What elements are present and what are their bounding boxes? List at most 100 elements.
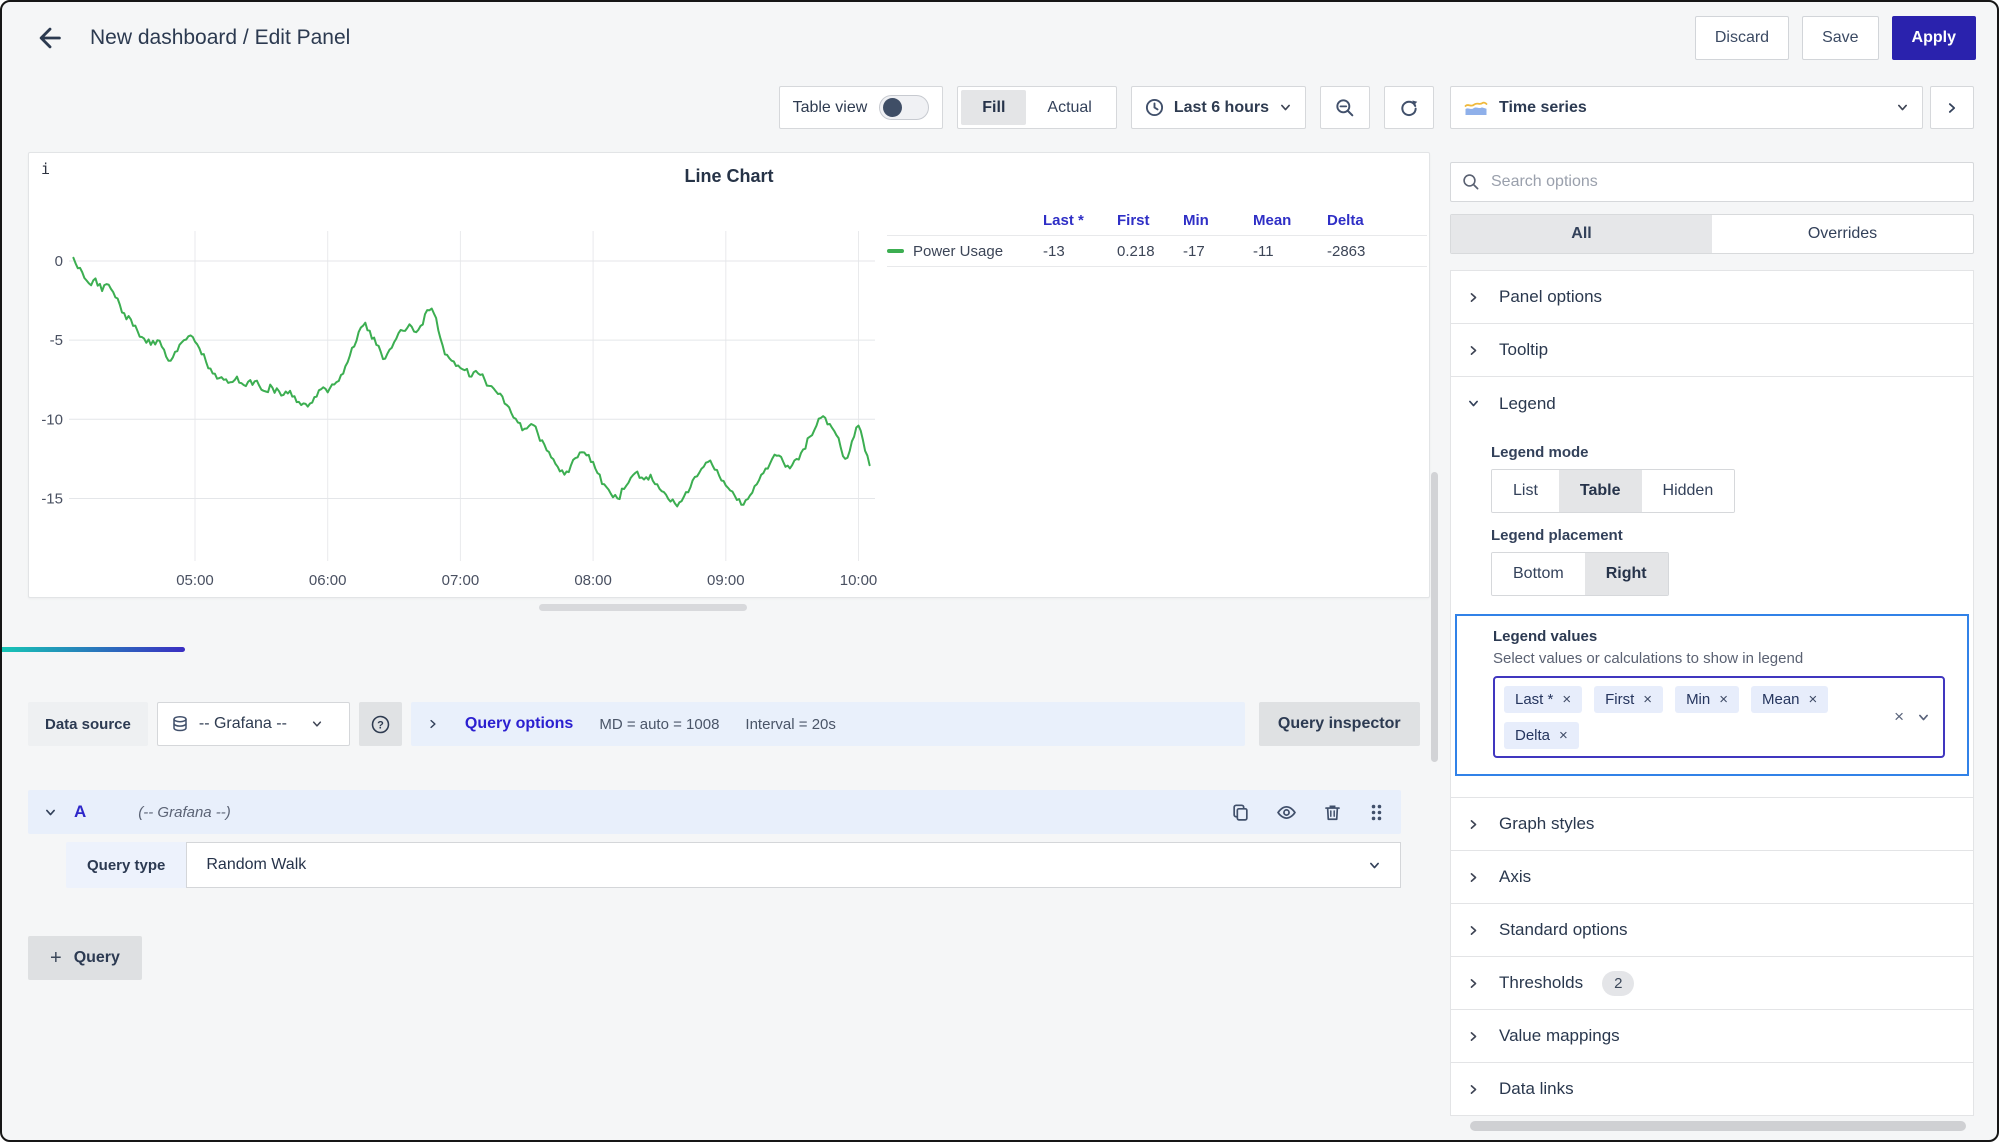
discard-button[interactable]: Discard [1695,16,1789,60]
query-inspector-button[interactable]: Query inspector [1259,702,1420,746]
remove-tag-icon[interactable]: × [1559,728,1568,743]
svg-text:-15: -15 [41,490,63,507]
duplicate-icon[interactable] [1231,803,1250,822]
collapse-chevron-icon[interactable] [44,806,57,819]
delete-trash-icon[interactable] [1323,803,1342,822]
legend-value-tag[interactable]: Min × [1675,686,1739,713]
legend-placement-segmented: Bottom Right [1491,552,1669,596]
zoom-out-icon [1335,98,1355,118]
chevron-down-icon [311,718,323,730]
chevron-right-icon [1467,977,1480,990]
svg-text:-10: -10 [41,411,63,428]
collapse-options-pane-button[interactable] [1930,86,1974,129]
table-view-toggle[interactable] [879,95,929,120]
table-view-label: Table view [793,99,868,117]
apply-button[interactable]: Apply [1892,16,1976,60]
chevron-right-icon [1467,1083,1480,1096]
legend-value-tag[interactable]: Last * × [1504,686,1582,713]
remove-tag-icon[interactable]: × [1809,692,1818,707]
svg-text:08:00: 08:00 [574,572,612,589]
plus-icon: + [50,947,62,970]
sidebar-section-standard-options[interactable]: Standard options [1451,904,1973,957]
add-query-label: Query [74,949,120,967]
chevron-down-icon [1467,397,1480,410]
sidebar-section-tooltip[interactable]: Tooltip [1451,324,1973,377]
legend-values-description: Select values or calculations to show in… [1493,650,1955,667]
sidebar-horizontal-scrollbar[interactable] [1470,1121,1966,1131]
tab-overrides[interactable]: Overrides [1712,215,1973,253]
options-search-box[interactable] [1450,162,1974,202]
fill-segment[interactable]: Fill [961,90,1026,125]
multiselect-controls: × [1894,707,1934,727]
save-button[interactable]: Save [1802,16,1878,60]
sidebar-section-panel-options[interactable]: Panel options [1451,271,1973,324]
sidebar-section-thresholds[interactable]: Thresholds 2 [1451,957,1973,1010]
legend-mode-hidden[interactable]: Hidden [1642,470,1735,512]
legend-section: Legend Legend mode List Table Hidden Leg… [1451,377,1973,798]
sidebar-section-data-links[interactable]: Data links [1451,1063,1973,1116]
sections-top-group: Panel options Tooltip [1451,271,1973,377]
add-query-button[interactable]: + Query [28,936,142,980]
options-search-input[interactable] [1489,172,1962,192]
legend-placement-bottom[interactable]: Bottom [1492,553,1585,595]
sidebar-section-value-mappings[interactable]: Value mappings [1451,1010,1973,1063]
query-row-datasource: (-- Grafana --) [138,804,231,821]
legend-stats-table: Last *FirstMinMeanDelta Power Usage-130.… [887,205,1427,267]
query-type-select[interactable]: Random Walk [186,842,1401,888]
legend-mode-table[interactable]: Table [1559,470,1642,512]
legend-value-tag[interactable]: Delta × [1504,722,1579,749]
panel-preview-card: iLine Chart05:0006:0007:0008:0009:0010:0… [28,152,1430,598]
query-row-a-header[interactable]: A (-- Grafana --) [28,790,1401,834]
zoom-out-button[interactable] [1320,86,1370,129]
legend-values-multiselect[interactable]: Last * × First × Min × Mean × Delta × × [1493,676,1945,758]
datasource-value: -- Grafana -- [199,715,287,733]
toggle-knob [883,98,902,117]
legend-values-tags: Last * × First × Min × Mean × Delta × [1504,686,1894,749]
remove-tag-icon[interactable]: × [1719,692,1728,707]
datasource-help-button[interactable]: ? [359,702,402,746]
chevron-right-icon [1467,924,1480,937]
remove-tag-icon[interactable]: × [1562,692,1571,707]
chevron-right-icon [1467,818,1480,831]
legend-placement-right[interactable]: Right [1585,553,1668,595]
panel-toolbar: Table view Fill Actual Last 6 hours [28,86,1434,129]
time-range-picker[interactable]: Last 6 hours [1131,86,1306,129]
svg-text:0: 0 [55,253,63,270]
hide-response-eye-icon[interactable] [1276,802,1297,823]
remove-tag-icon[interactable]: × [1643,692,1652,707]
legend-value-tag[interactable]: First × [1594,686,1663,713]
tab-all[interactable]: All [1451,215,1712,253]
legend-value-tag[interactable]: Mean × [1751,686,1828,713]
query-ref-id: A [74,802,86,822]
options-sections: Panel options Tooltip Legend Legend mode… [1450,270,1974,1116]
svg-text:07:00: 07:00 [442,572,480,589]
sidebar-section-axis[interactable]: Axis [1451,851,1973,904]
chevron-down-icon [1368,859,1381,872]
chevron-down-icon[interactable] [1917,711,1930,724]
chevron-down-icon [1896,101,1909,114]
sidebar-section-graph-styles[interactable]: Graph styles [1451,798,1973,851]
clear-all-icon[interactable]: × [1894,707,1904,727]
question-circle-icon: ? [370,714,391,735]
legend-mode-label: Legend mode [1491,444,1973,461]
back-arrow-icon[interactable] [32,20,68,56]
chevron-right-icon [427,718,439,730]
legend-series-name[interactable]: Power Usage [887,243,1043,260]
query-options-bar[interactable]: Query options MD = auto = 1008 Interval … [411,702,1245,746]
database-icon [171,715,189,733]
refresh-button[interactable] [1384,86,1434,129]
query-options-label: Query options [465,715,573,733]
datasource-picker[interactable]: -- Grafana -- [157,702,350,746]
legend-mode-list[interactable]: List [1492,470,1559,512]
visualization-picker[interactable]: Time series [1450,86,1923,129]
chevron-right-icon [1467,871,1480,884]
actual-segment[interactable]: Actual [1026,90,1112,125]
query-type-row: Query type Random Walk [66,842,1401,888]
visualization-picker-row: Time series [1450,86,1974,129]
legend-section-header[interactable]: Legend [1451,377,1973,430]
vertical-scrollbar-thumb[interactable] [1431,472,1438,762]
query-options-interval: Interval = 20s [745,716,835,733]
panel-resize-handle[interactable] [539,604,747,611]
svg-text:10:00: 10:00 [840,572,878,589]
drag-grip-icon[interactable] [1368,803,1385,822]
